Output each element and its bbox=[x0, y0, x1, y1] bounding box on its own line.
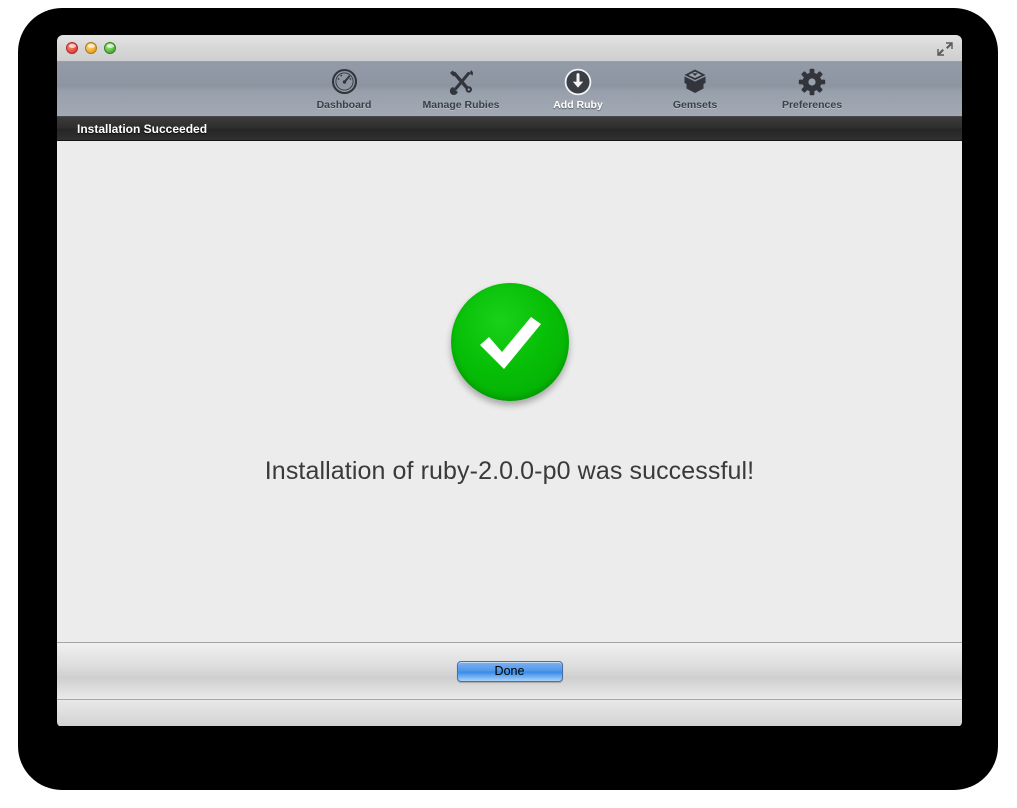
main-content-area: Installation of ruby-2.0.0-p0 was succes… bbox=[57, 141, 962, 642]
green-check-circle-icon bbox=[450, 283, 569, 401]
toolbar-label-add-ruby: Add Ruby bbox=[553, 99, 603, 111]
window-titlebar bbox=[57, 35, 962, 62]
window-bottom-strip bbox=[57, 699, 962, 726]
done-button[interactable]: Done bbox=[456, 660, 563, 682]
toolbar-item-add-ruby[interactable]: Add Ruby bbox=[541, 65, 615, 111]
section-header-title: Installation Succeeded bbox=[77, 121, 208, 136]
main-toolbar: Dashboard Manage Rubies Add Ruby Gemsets… bbox=[57, 62, 962, 117]
zoom-button[interactable] bbox=[104, 42, 116, 54]
gem-box-icon bbox=[681, 67, 709, 96]
toolbar-item-gemsets[interactable]: Gemsets bbox=[658, 65, 732, 111]
toolbar-label-manage-rubies: Manage Rubies bbox=[422, 99, 500, 111]
toolbar-label-dashboard: Dashboard bbox=[316, 99, 372, 111]
toolbar-label-gemsets: Gemsets bbox=[672, 99, 718, 111]
minimize-button[interactable] bbox=[85, 42, 97, 54]
close-button[interactable] bbox=[66, 42, 78, 54]
gauge-icon bbox=[331, 67, 358, 96]
download-circle-icon bbox=[564, 67, 592, 96]
gear-icon bbox=[798, 67, 826, 96]
toolbar-item-manage-rubies[interactable]: Manage Rubies bbox=[422, 65, 500, 111]
toolbar-item-preferences[interactable]: Preferences bbox=[775, 65, 849, 111]
toolbar-item-dashboard[interactable]: Dashboard bbox=[307, 65, 381, 111]
fullscreen-expand-icon[interactable] bbox=[935, 40, 955, 58]
application-window: Dashboard Manage Rubies Add Ruby Gemsets… bbox=[57, 35, 962, 727]
traffic-light-group bbox=[66, 42, 116, 54]
dialog-button-bar: Done bbox=[57, 642, 962, 699]
wrench-screwdriver-icon bbox=[447, 67, 476, 96]
success-message: Installation of ruby-2.0.0-p0 was succes… bbox=[264, 457, 755, 485]
section-header-bar: Installation Succeeded bbox=[57, 117, 962, 141]
toolbar-label-preferences: Preferences bbox=[781, 99, 843, 111]
